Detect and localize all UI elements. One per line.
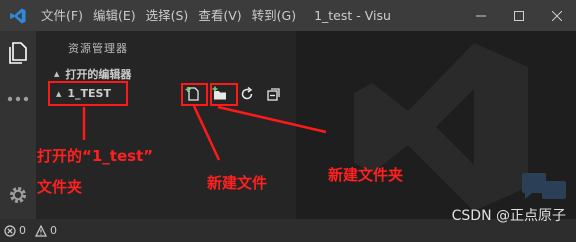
vscode-watermark-icon — [354, 43, 566, 211]
new-file-annotation: 新建文件 — [207, 174, 268, 192]
refresh-button[interactable] — [237, 84, 257, 104]
explorer-icon[interactable] — [0, 41, 36, 65]
minimize-icon — [476, 15, 486, 16]
title-bar: 文件(F) 编辑(E) 选择(S) 查看(V) 转到(G) 1_test - V… — [0, 0, 576, 31]
menu-edit[interactable]: 编辑(E) — [88, 0, 141, 31]
new-folder-highlight-box — [210, 83, 238, 106]
folder-annotation-line2: 文件夹 — [37, 178, 83, 196]
more-icon[interactable] — [0, 95, 36, 103]
error-icon — [4, 224, 16, 237]
minimize-button[interactable] — [462, 0, 500, 31]
sidebar-title: 资源管理器 — [68, 42, 128, 55]
warning-icon — [35, 224, 47, 237]
collapse-all-icon — [267, 88, 280, 101]
csdn-watermark: CSDN @正点原子 — [451, 208, 566, 224]
problems-status[interactable]: 0 0 — [4, 224, 57, 237]
vscode-logo-icon — [0, 0, 36, 31]
menu-go[interactable]: 转到(G) — [247, 0, 301, 31]
menu-view[interactable]: 查看(V) — [193, 0, 246, 31]
editor-area — [296, 31, 576, 219]
folder-annotation-line1: 打开的“1_test” — [37, 147, 154, 165]
window-title: 1_test - Visual Studio Code — [314, 8, 391, 23]
settings-gear-icon[interactable] — [0, 184, 36, 206]
menu-selection[interactable]: 选择(S) — [141, 0, 194, 31]
activity-bar — [0, 31, 36, 219]
new-folder-annotation: 新建文件夹 — [328, 166, 404, 184]
warning-count: 0 — [50, 224, 57, 237]
collapse-triangle-icon: ▲ — [54, 70, 60, 78]
new-file-highlight-box — [181, 83, 208, 106]
refresh-icon — [241, 86, 253, 100]
error-count: 0 — [19, 224, 26, 237]
open-editors-section[interactable]: ▲ 打开的编辑器 — [54, 66, 131, 82]
collapse-all-button[interactable] — [264, 84, 284, 104]
open-editors-label: 打开的编辑器 — [65, 68, 132, 81]
maximize-icon — [514, 10, 524, 21]
maximize-button[interactable] — [500, 0, 538, 31]
menu-file[interactable]: 文件(F) — [36, 0, 88, 31]
close-button[interactable] — [538, 0, 576, 31]
menu-bar: 文件(F) 编辑(E) 选择(S) 查看(V) 转到(G) — [36, 0, 301, 31]
window-controls — [462, 0, 576, 31]
folder-highlight-box — [48, 81, 128, 106]
close-icon — [552, 10, 562, 21]
